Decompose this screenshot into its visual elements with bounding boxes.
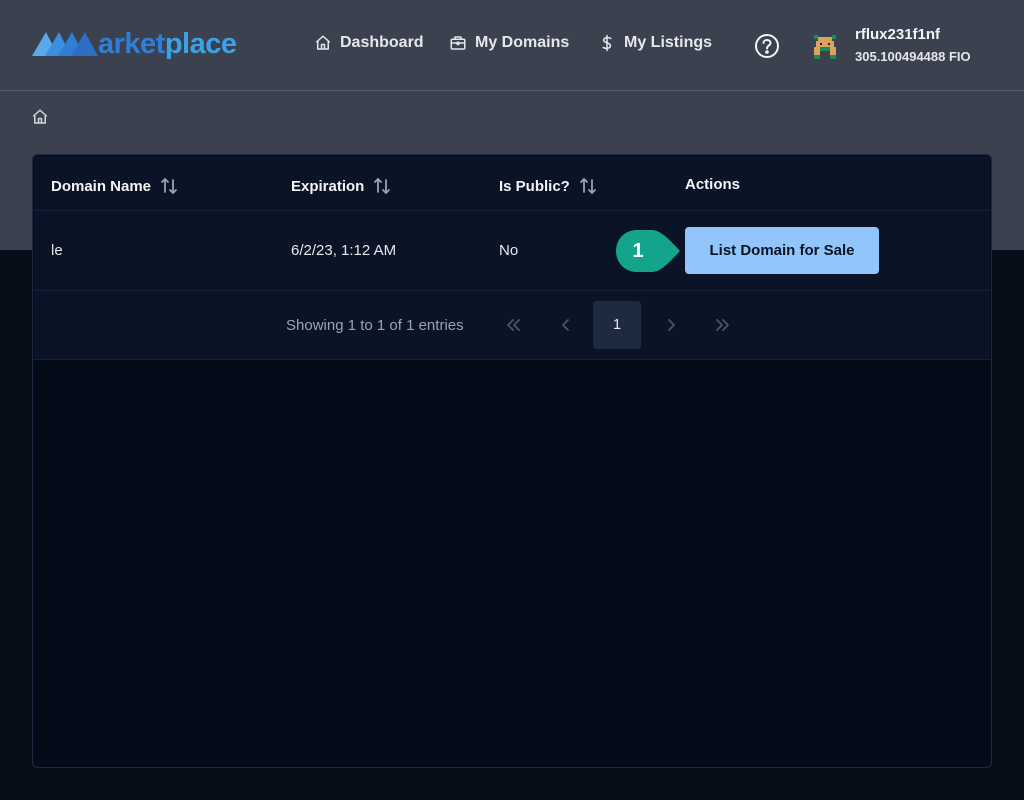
logo-m-icon	[32, 32, 98, 56]
logo-text-part2: place	[164, 27, 237, 60]
home-icon	[315, 35, 331, 50]
sort-icon[interactable]	[159, 176, 179, 196]
cell-expiration: 6/2/23, 1:12 AM	[291, 242, 397, 259]
double-chevron-right-icon	[716, 319, 729, 331]
top-navigation-bar: arketplace Dashboard My Domains My Listi…	[0, 0, 1024, 91]
marketplace-logo[interactable]: arketplace	[32, 26, 237, 62]
domains-table-card: Domain Name Expiration Is Public? Action…	[32, 154, 992, 768]
avatar[interactable]	[812, 31, 838, 59]
logo-text-part1: arket	[98, 27, 165, 60]
user-name[interactable]: rflux231f1nf	[855, 26, 940, 43]
first-page-button[interactable]	[503, 315, 523, 335]
breadcrumb-home-icon[interactable]	[31, 108, 49, 126]
sort-icon[interactable]	[372, 176, 392, 196]
table-header: Domain Name Expiration Is Public? Action…	[34, 156, 990, 211]
table-row: le 6/2/23, 1:12 AM No 1 List Domain for …	[34, 211, 990, 291]
previous-page-button[interactable]	[556, 315, 576, 335]
nav-my-domains-label: My Domains	[475, 34, 570, 51]
chevron-right-icon	[668, 319, 675, 331]
next-page-button[interactable]	[661, 315, 681, 335]
list-domain-for-sale-button[interactable]: List Domain for Sale	[685, 227, 879, 274]
cell-domain-name: le	[51, 242, 63, 259]
nav-dashboard[interactable]: Dashboard	[314, 34, 424, 52]
nav-my-listings[interactable]: My Listings	[598, 34, 712, 52]
last-page-button[interactable]	[713, 315, 733, 335]
column-header-is-public[interactable]: Is Public?	[499, 176, 598, 196]
pagination-info: Showing 1 to 1 of 1 entries	[286, 317, 464, 334]
column-header-domain-name[interactable]: Domain Name	[51, 176, 179, 196]
double-chevron-left-icon	[507, 319, 520, 331]
cell-is-public: No	[499, 242, 519, 259]
nav-my-listings-label: My Listings	[624, 34, 713, 51]
page-button-current[interactable]: 1	[593, 301, 641, 349]
step-callout-number: 1	[632, 240, 644, 262]
column-header-expiration[interactable]: Expiration	[291, 176, 392, 196]
sort-icon[interactable]	[578, 176, 598, 196]
dollar-icon	[602, 34, 612, 52]
briefcase-icon	[450, 36, 466, 50]
nav-my-domains[interactable]: My Domains	[449, 34, 569, 52]
pagination-bar: Showing 1 to 1 of 1 entries 1	[34, 291, 990, 360]
help-icon[interactable]	[754, 33, 780, 59]
column-header-actions: Actions	[685, 176, 741, 193]
user-balance: 305.100494488 FIO	[855, 49, 971, 64]
chevron-left-icon	[562, 319, 569, 331]
nav-dashboard-label: Dashboard	[340, 34, 424, 51]
